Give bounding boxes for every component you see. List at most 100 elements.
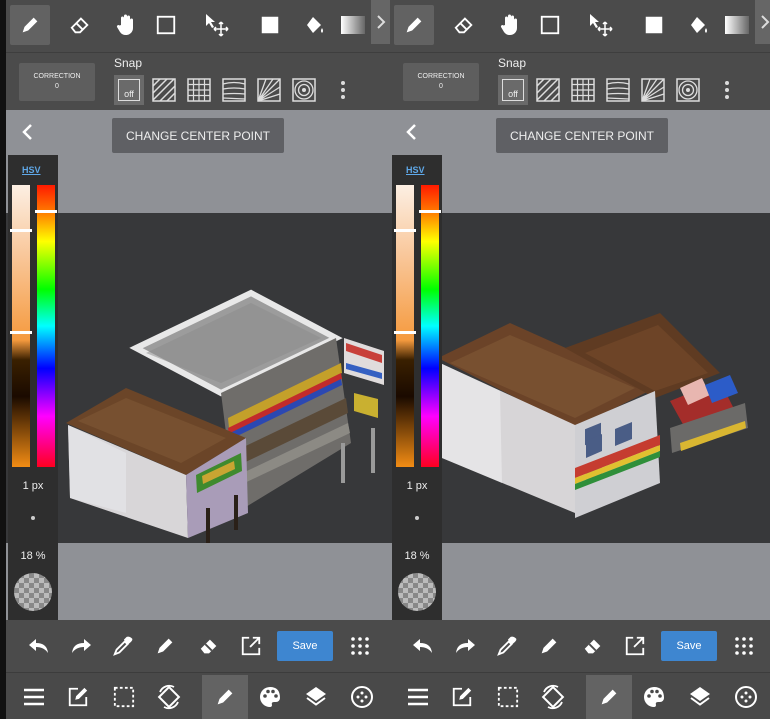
eraser-tool-button[interactable] bbox=[60, 5, 100, 45]
rotate-transform-icon bbox=[541, 684, 565, 710]
pen-tool-button[interactable] bbox=[394, 5, 434, 45]
gradient-tool-button[interactable] bbox=[339, 5, 367, 45]
move-tool-button[interactable] bbox=[196, 5, 236, 45]
snap-perspective-button[interactable] bbox=[219, 75, 249, 105]
correction-button[interactable]: CORRECTION 0 bbox=[403, 63, 479, 101]
undo-button[interactable] bbox=[406, 630, 440, 662]
snap-off-button[interactable]: off bbox=[114, 75, 144, 105]
hand-tool-button[interactable] bbox=[106, 5, 146, 45]
redo-button[interactable] bbox=[64, 630, 98, 662]
toolbar-scroll-right-button[interactable] bbox=[371, 0, 391, 44]
palette-button[interactable] bbox=[250, 679, 290, 715]
grid-icon bbox=[571, 78, 595, 102]
change-center-point-button[interactable]: CHANGE CENTER POINT bbox=[496, 118, 668, 153]
eyedropper-button[interactable] bbox=[106, 630, 140, 662]
eyedropper-button[interactable] bbox=[490, 630, 524, 662]
transform-button[interactable] bbox=[533, 679, 573, 715]
layers-button[interactable] bbox=[296, 679, 336, 715]
transform-button[interactable] bbox=[149, 679, 189, 715]
eraser-button[interactable] bbox=[192, 630, 226, 662]
snap-circle-button[interactable] bbox=[673, 75, 703, 105]
pen-tool-button[interactable] bbox=[10, 5, 50, 45]
layers-button[interactable] bbox=[680, 679, 720, 715]
settings-circle-button[interactable] bbox=[726, 679, 766, 715]
undo-button[interactable] bbox=[22, 630, 56, 662]
redo-button[interactable] bbox=[448, 630, 482, 662]
settings-circle-button[interactable] bbox=[342, 679, 382, 715]
bucket-fill-tool-button[interactable] bbox=[294, 5, 334, 45]
saturation-marker-top[interactable] bbox=[10, 229, 32, 232]
back-button[interactable] bbox=[18, 122, 38, 142]
brush-size-label[interactable]: 1 px bbox=[392, 480, 442, 492]
saturation-value-slider[interactable] bbox=[12, 185, 30, 467]
hamburger-menu-icon bbox=[24, 688, 44, 706]
selection-button[interactable] bbox=[104, 679, 144, 715]
snap-radial-button[interactable] bbox=[254, 75, 284, 105]
saturation-marker-top[interactable] bbox=[394, 229, 416, 232]
edit-button[interactable] bbox=[442, 679, 482, 715]
snap-circle-button[interactable] bbox=[289, 75, 319, 105]
snap-more-menu-button[interactable] bbox=[341, 81, 345, 102]
correction-label: CORRECTION bbox=[33, 73, 81, 80]
rectangle-select-tool-button[interactable] bbox=[530, 5, 570, 45]
correction-button[interactable]: CORRECTION 0 bbox=[19, 63, 95, 101]
gradient-tool-button[interactable] bbox=[723, 5, 751, 45]
more-grid-button[interactable] bbox=[343, 630, 377, 662]
export-button[interactable] bbox=[618, 630, 652, 662]
snap-radial-button[interactable] bbox=[638, 75, 668, 105]
saturation-marker-bottom[interactable] bbox=[10, 331, 32, 334]
current-color-swatch[interactable] bbox=[14, 573, 52, 611]
bucket-fill-tool-button[interactable] bbox=[678, 5, 718, 45]
saturation-marker-bottom[interactable] bbox=[394, 331, 416, 334]
toolbar-scroll-right-button[interactable] bbox=[755, 0, 770, 44]
current-color-swatch[interactable] bbox=[398, 573, 436, 611]
hue-slider[interactable] bbox=[37, 185, 55, 467]
palette-button[interactable] bbox=[634, 679, 674, 715]
snap-off-button[interactable]: off bbox=[498, 75, 528, 105]
snap-grid-button[interactable] bbox=[184, 75, 214, 105]
change-center-point-button[interactable]: CHANGE CENTER POINT bbox=[112, 118, 284, 153]
pen-button[interactable] bbox=[148, 630, 182, 662]
brush-size-label[interactable]: 1 px bbox=[8, 480, 58, 492]
brush-mode-button[interactable] bbox=[202, 675, 248, 719]
eraser-icon bbox=[584, 639, 601, 654]
move-tool-button[interactable] bbox=[580, 5, 620, 45]
fill-shape-tool-button[interactable] bbox=[250, 5, 290, 45]
eraser-tool-button[interactable] bbox=[444, 5, 484, 45]
fill-shape-tool-button[interactable] bbox=[634, 5, 674, 45]
hue-slider[interactable] bbox=[421, 185, 439, 467]
eraser-icon bbox=[200, 639, 217, 654]
snap-more-menu-button[interactable] bbox=[725, 81, 729, 102]
perspective-lines-icon bbox=[606, 78, 630, 102]
export-button[interactable] bbox=[234, 630, 268, 662]
more-grid-button[interactable] bbox=[727, 630, 761, 662]
hand-tool-button[interactable] bbox=[490, 5, 530, 45]
hsv-mode-link[interactable]: HSV bbox=[22, 165, 41, 175]
opacity-label[interactable]: 18 % bbox=[8, 550, 58, 562]
snap-diagonal-button[interactable] bbox=[533, 75, 563, 105]
drawing-canvas[interactable]: CHANGE CENTER POINT HSV 1 px 18 % bbox=[6, 110, 391, 620]
save-button[interactable]: Save bbox=[277, 631, 333, 661]
opacity-label[interactable]: 18 % bbox=[392, 550, 442, 562]
snap-diagonal-button[interactable] bbox=[149, 75, 179, 105]
save-button[interactable]: Save bbox=[661, 631, 717, 661]
drawing-canvas[interactable]: CHANGE CENTER POINT HSV 1 px 18 % bbox=[390, 110, 770, 620]
back-button[interactable] bbox=[402, 122, 422, 142]
pen-button[interactable] bbox=[532, 630, 566, 662]
snap-perspective-button[interactable] bbox=[603, 75, 633, 105]
menu-button[interactable] bbox=[398, 679, 438, 715]
menu-button[interactable] bbox=[14, 679, 54, 715]
edit-button[interactable] bbox=[58, 679, 98, 715]
snap-grid-button[interactable] bbox=[568, 75, 598, 105]
brush-mode-button[interactable] bbox=[586, 675, 632, 719]
top-toolbar bbox=[6, 0, 391, 52]
saturation-value-slider[interactable] bbox=[396, 185, 414, 467]
selection-button[interactable] bbox=[488, 679, 528, 715]
hue-marker[interactable] bbox=[35, 210, 57, 213]
rectangle-select-tool-button[interactable] bbox=[146, 5, 186, 45]
eraser-button[interactable] bbox=[576, 630, 610, 662]
rectangle-select-icon bbox=[540, 15, 560, 35]
hsv-mode-link[interactable]: HSV bbox=[406, 165, 425, 175]
hue-marker[interactable] bbox=[419, 210, 441, 213]
eraser-icon bbox=[454, 17, 473, 34]
